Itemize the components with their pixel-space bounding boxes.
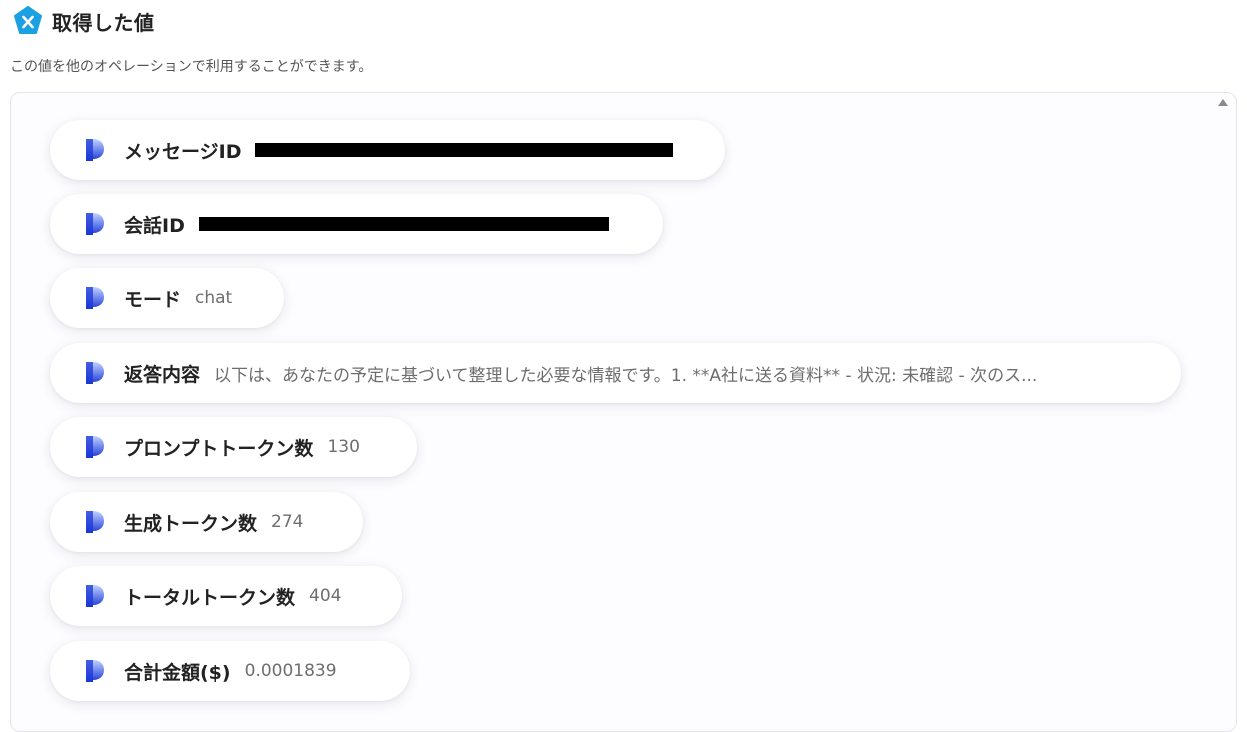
output-item-completion-tokens[interactable]: 生成トークン数 274 [50,492,363,552]
output-values-panel: メッセージID 会話ID モード chat 返答内容 以下は、あなたの予定に基づ… [10,92,1237,732]
output-item-message-id[interactable]: メッセージID [50,120,725,180]
output-item-total-cost[interactable]: 合計金額($) 0.0001839 [50,641,410,701]
output-item-label: 返答内容 [124,363,201,386]
yoom-x-icon [14,6,42,34]
output-item-label: メッセージID [124,140,242,163]
redacted-value [255,143,674,157]
variable-icon [86,585,104,607]
redacted-value [198,217,609,231]
scroll-up-arrow-icon[interactable] [1218,99,1228,106]
variable-icon [86,362,104,384]
variable-icon [86,436,104,458]
output-item-value: 0.0001839 [244,661,337,681]
output-item-label: トータルトークン数 [124,586,296,609]
output-item-value: 274 [271,512,304,532]
output-item-value: 以下は、あなたの予定に基づいて整理した必要な情報です。1. **A社に送る資料*… [214,365,1038,386]
section-description: この値を他のオペレーションで利用することができます。 [10,59,373,75]
scrollbar[interactable] [1220,113,1236,731]
output-item-label: 会話ID [124,214,185,237]
output-item-value: 130 [327,437,360,457]
output-item-prompt-tokens[interactable]: プロンプトトークン数 130 [50,417,417,477]
variable-icon [86,287,104,309]
output-item-mode[interactable]: モード chat [50,268,284,328]
variable-icon [86,511,104,533]
output-item-total-tokens[interactable]: トータルトークン数 404 [50,566,402,626]
output-item-label: 合計金額($) [124,661,231,684]
output-item-value: 404 [309,586,342,606]
output-item-conversation-id[interactable]: 会話ID [50,194,663,254]
variable-icon [86,660,104,682]
output-item-label: 生成トークン数 [124,512,258,535]
output-item-response[interactable]: 返答内容 以下は、あなたの予定に基づいて整理した必要な情報です。1. **A社に… [50,343,1181,403]
output-item-label: プロンプトトークン数 [124,437,314,460]
variable-icon [86,213,104,235]
section-header: 取得した値 [12,5,155,37]
output-item-label: モード [124,288,182,311]
output-item-value: chat [195,288,233,308]
section-title: 取得した値 [52,10,155,35]
variable-icon [86,139,104,161]
